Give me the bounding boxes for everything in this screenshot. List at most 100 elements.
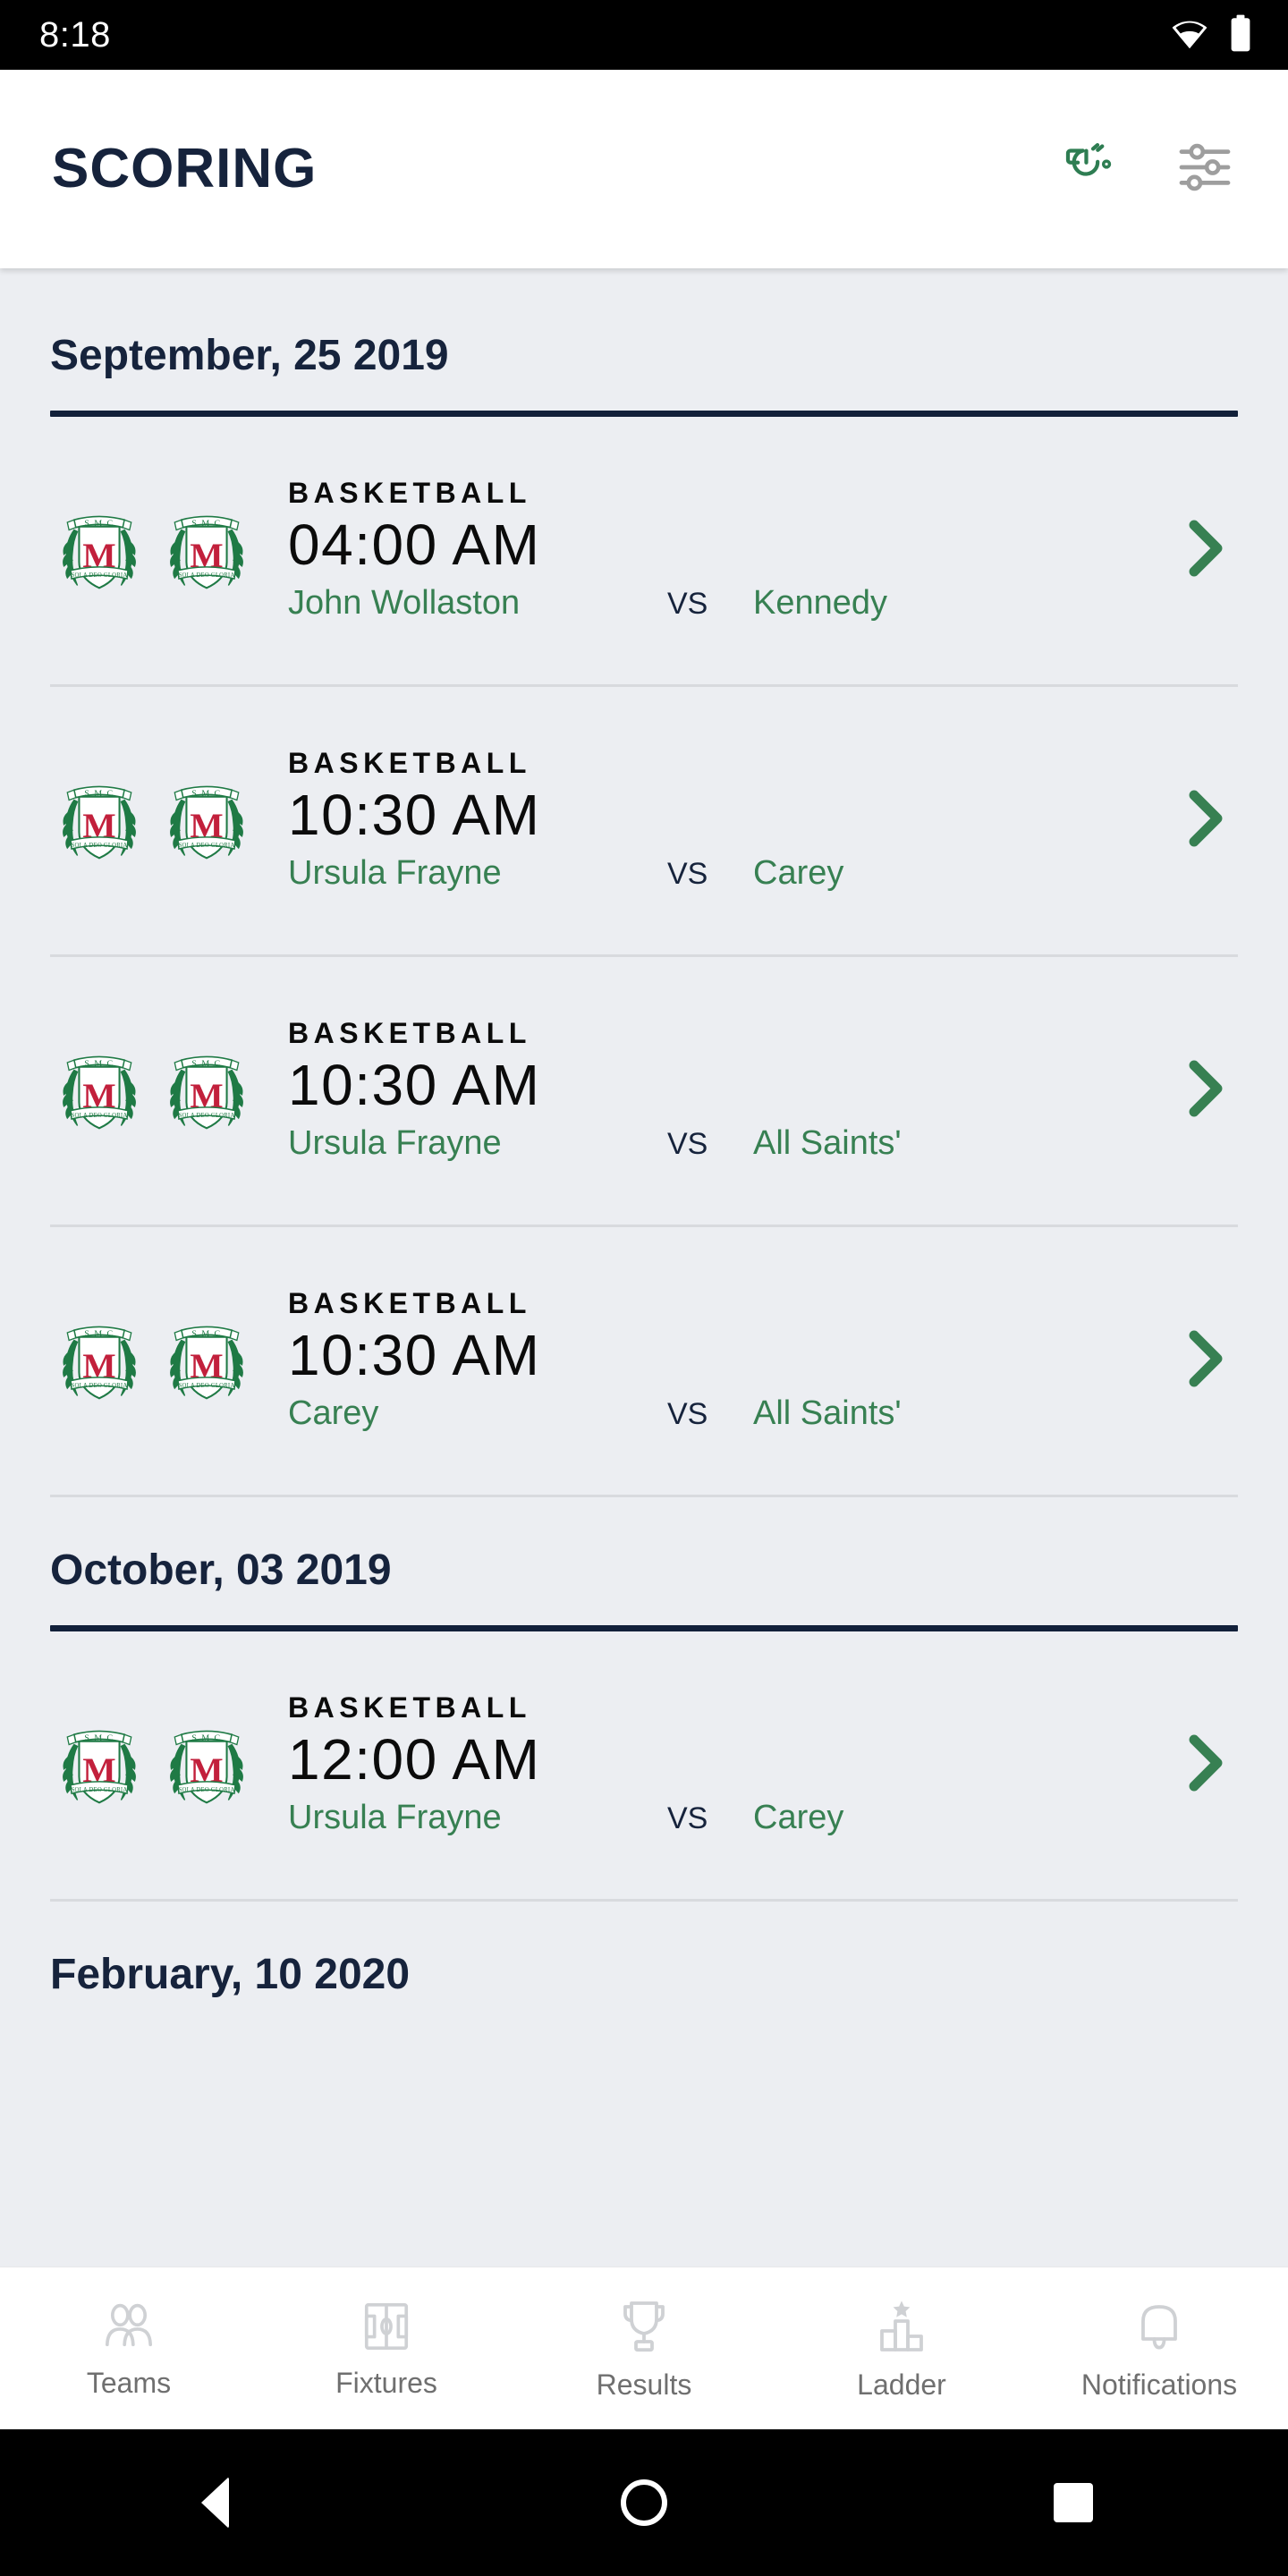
smc-crest-icon: S M C M SOLA DEO GLORIA	[63, 785, 136, 859]
page-title: SCORING	[52, 138, 318, 199]
smc-crest-icon: S M C M SOLA DEO GLORIA	[63, 1730, 136, 1803]
away-team: All Saints'	[753, 1394, 902, 1433]
smc-crest-icon: S M C M SOLA DEO GLORIA	[170, 785, 243, 859]
vs-label: VS	[667, 587, 708, 622]
date-header: October, 03 2019	[50, 1546, 392, 1594]
match-row[interactable]: S M C M SOLA DEO GLORIA S M C M SOLA DEO…	[0, 417, 1288, 684]
svg-text:SOLA DEO GLORIA: SOLA DEO GLORIA	[179, 572, 235, 579]
crest-pair: S M C M SOLA DEO GLORIA S M C M SOLA DEO…	[57, 1048, 249, 1134]
ladder-podium-icon	[876, 2299, 928, 2359]
android-back-button[interactable]	[161, 2449, 268, 2556]
smc-crest-icon: S M C M SOLA DEO GLORIA	[170, 1730, 243, 1803]
match-info: BASKETBALL 10:30 AM Carey VS All Saints'	[288, 1288, 1172, 1433]
nav-item-notifications[interactable]: Notifications	[1030, 2299, 1288, 2399]
nav-label-ladder: Ladder	[857, 2368, 946, 2401]
teams-line: Ursula Frayne VS Carey	[288, 1800, 1172, 1837]
vs-label: VS	[667, 857, 708, 892]
chevron-right-icon	[1182, 518, 1229, 583]
svg-text:SOLA DEO GLORIA: SOLA DEO GLORIA	[179, 1113, 235, 1119]
chevron-right-button[interactable]	[1172, 518, 1240, 583]
svg-text:S M C: S M C	[191, 1058, 221, 1068]
chevron-right-button[interactable]	[1172, 1328, 1240, 1394]
smc-crest-icon: S M C M SOLA DEO GLORIA	[170, 515, 243, 589]
whistle-icon	[1065, 142, 1119, 196]
svg-text:S M C: S M C	[84, 788, 114, 798]
svg-text:S M C: S M C	[191, 1328, 221, 1338]
filter-button[interactable]	[1172, 136, 1238, 202]
sport-label: BASKETBALL	[288, 746, 531, 779]
teams-line: John Wollaston VS Kennedy	[288, 585, 1172, 623]
svg-text:S M C: S M C	[84, 1328, 114, 1338]
chevron-right-button[interactable]	[1172, 1733, 1240, 1798]
date-rule	[50, 411, 1238, 417]
match-row[interactable]: S M C M SOLA DEO GLORIA S M C M SOLA DEO…	[0, 957, 1288, 1224]
bottom-navigation: Teams Fixtures Results Ladder Notificati…	[0, 2267, 1288, 2429]
nav-item-teams[interactable]: Teams	[0, 2301, 258, 2397]
match-time: 10:30 AM	[288, 1323, 541, 1388]
match-info: BASKETBALL 10:30 AM Ursula Frayne VS Car…	[288, 746, 1172, 893]
away-team: Carey	[753, 1799, 844, 1837]
chevron-right-icon	[1182, 1058, 1229, 1123]
crest-pair: S M C M SOLA DEO GLORIA S M C M SOLA DEO…	[57, 1318, 249, 1404]
away-team: Kennedy	[753, 584, 888, 623]
crest-pair: S M C M SOLA DEO GLORIA S M C M SOLA DEO…	[57, 778, 249, 864]
svg-text:SOLA DEO GLORIA: SOLA DEO GLORIA	[179, 1383, 235, 1389]
match-row[interactable]: S M C M SOLA DEO GLORIA S M C M SOLA DEO…	[0, 687, 1288, 954]
chevron-right-button[interactable]	[1172, 788, 1240, 853]
sport-label: BASKETBALL	[288, 1690, 531, 1724]
home-circle-icon	[621, 2479, 667, 2526]
whistle-button[interactable]	[1059, 136, 1125, 202]
chevron-right-icon	[1182, 1733, 1229, 1798]
home-team: Ursula Frayne	[288, 1125, 502, 1163]
home-team: John Wollaston	[288, 585, 521, 623]
svg-text:S M C: S M C	[84, 1733, 114, 1742]
android-recent-button[interactable]	[1020, 2449, 1127, 2556]
fixtures-list[interactable]: September, 25 2019 S M C M SOLA DEO GLOR…	[0, 268, 1288, 2267]
nav-item-results[interactable]: Results	[515, 2299, 773, 2399]
match-time: 10:30 AM	[288, 783, 541, 848]
svg-text:S M C: S M C	[84, 1058, 114, 1068]
status-bar-icons	[1170, 14, 1252, 56]
nav-item-ladder[interactable]: Ladder	[773, 2299, 1030, 2399]
app-bar-actions	[1059, 136, 1238, 202]
teams-line: Ursula Frayne VS Carey	[288, 855, 1172, 893]
nav-label-teams: Teams	[86, 2366, 172, 2399]
smc-crest-icon: S M C M SOLA DEO GLORIA	[170, 1055, 243, 1129]
match-row[interactable]: S M C M SOLA DEO GLORIA S M C M SOLA DEO…	[0, 1631, 1288, 1899]
recent-square-icon	[1054, 2483, 1093, 2522]
nav-label-notifications: Notifications	[1080, 2368, 1238, 2401]
svg-text:SOLA DEO GLORIA: SOLA DEO GLORIA	[72, 843, 128, 849]
smc-crest-icon: S M C M SOLA DEO GLORIA	[63, 1326, 136, 1399]
chevron-right-icon	[1182, 1328, 1229, 1394]
svg-text:S M C: S M C	[191, 1733, 221, 1742]
app-root: 8:18 SCORING September, 25 2019 S M C M …	[0, 0, 1288, 2576]
chevron-right-button[interactable]	[1172, 1058, 1240, 1123]
vs-label: VS	[667, 1397, 708, 1432]
vs-label: VS	[667, 1801, 708, 1836]
date-header: February, 10 2020	[50, 1951, 411, 1998]
svg-text:SOLA DEO GLORIA: SOLA DEO GLORIA	[72, 1383, 128, 1389]
smc-crest-icon: S M C M SOLA DEO GLORIA	[63, 515, 136, 589]
svg-text:S M C: S M C	[191, 788, 221, 798]
teams-line: Ursula Frayne VS All Saints'	[288, 1125, 1172, 1163]
crest-pair: S M C M SOLA DEO GLORIA S M C M SOLA DEO…	[57, 1723, 249, 1809]
crest-pair: S M C M SOLA DEO GLORIA S M C M SOLA DEO…	[57, 508, 249, 594]
wifi-icon	[1170, 17, 1209, 54]
vs-label: VS	[667, 1127, 708, 1162]
smc-crest-icon: S M C M SOLA DEO GLORIA	[170, 1326, 243, 1399]
svg-text:SOLA DEO GLORIA: SOLA DEO GLORIA	[72, 572, 128, 579]
home-team: Carey	[288, 1395, 379, 1433]
app-bar: SCORING	[0, 70, 1288, 268]
away-team: Carey	[753, 854, 844, 893]
nav-label-results: Results	[596, 2368, 692, 2401]
nav-item-fixtures[interactable]: Fixtures	[258, 2301, 515, 2397]
svg-text:SOLA DEO GLORIA: SOLA DEO GLORIA	[72, 1787, 128, 1793]
android-home-button[interactable]	[590, 2449, 698, 2556]
svg-text:SOLA DEO GLORIA: SOLA DEO GLORIA	[179, 843, 235, 849]
away-team: All Saints'	[753, 1124, 902, 1163]
match-row[interactable]: S M C M SOLA DEO GLORIA S M C M SOLA DEO…	[0, 1227, 1288, 1495]
match-time: 10:30 AM	[288, 1053, 541, 1118]
sport-label: BASKETBALL	[288, 1016, 531, 1049]
